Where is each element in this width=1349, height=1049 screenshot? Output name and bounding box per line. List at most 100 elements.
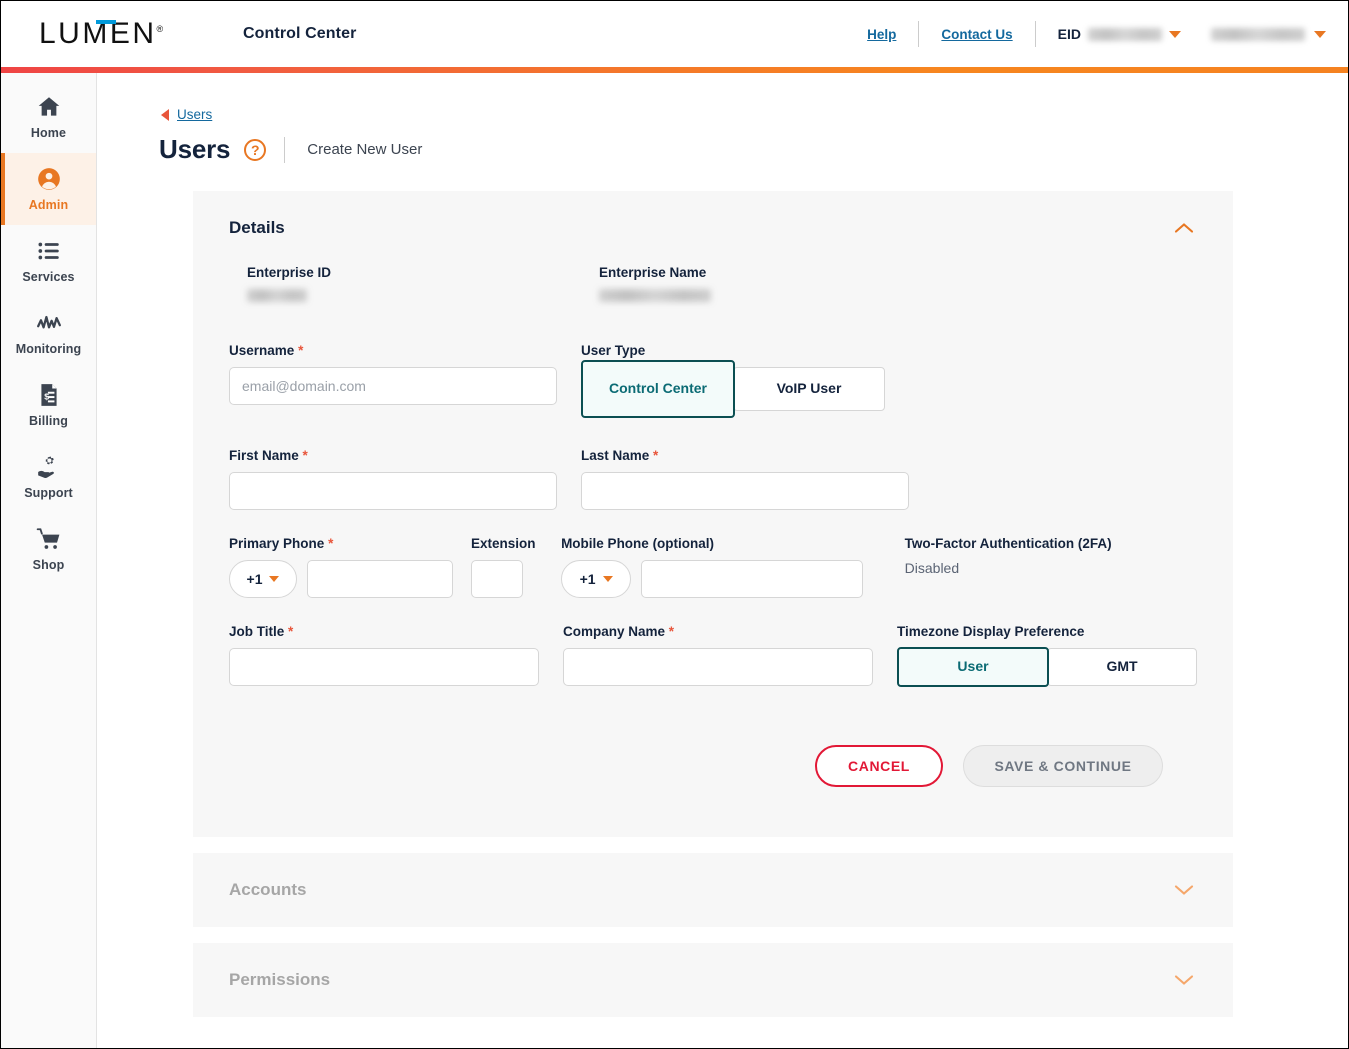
help-link[interactable]: Help: [845, 27, 918, 42]
cart-icon: [36, 528, 59, 549]
mobile-phone-input[interactable]: [641, 560, 864, 598]
sidebar-item-support[interactable]: Support: [1, 441, 96, 513]
details-section-title: Details: [229, 218, 285, 237]
sidebar-item-label: Shop: [32, 558, 65, 572]
chevron-down-icon[interactable]: [1169, 30, 1181, 38]
accounts-card-header[interactable]: Accounts: [193, 853, 1233, 927]
header-right-group: Help Contact Us EID: [845, 21, 1348, 47]
enterprise-name-value-redacted: [599, 289, 711, 302]
top-header: LUMEN® Control Center Help Contact Us EI…: [1, 1, 1348, 67]
required-marker: *: [298, 343, 304, 358]
required-marker: *: [328, 536, 334, 551]
sidebar-item-billing[interactable]: $ Billing: [1, 369, 96, 441]
permissions-card: Permissions: [193, 943, 1233, 1017]
timezone-segmented-control: User GMT: [897, 647, 1197, 687]
accounts-section-title: Accounts: [229, 880, 307, 899]
permissions-section-title: Permissions: [229, 970, 331, 989]
user-circle-icon: [37, 168, 60, 190]
company-name-input[interactable]: [563, 648, 873, 686]
invoice-icon: $: [40, 384, 57, 406]
mobile-phone-field: Mobile Phone (optional) +1: [561, 536, 883, 598]
primary-phone-input[interactable]: [307, 560, 453, 598]
mobile-phone-country-code-select[interactable]: +1: [561, 560, 632, 598]
account-selector[interactable]: [1191, 27, 1326, 41]
first-name-field: First Name *: [229, 448, 557, 510]
first-name-label: First Name *: [229, 448, 557, 463]
page-subtitle: Create New User: [307, 141, 423, 158]
sidebar-item-monitoring[interactable]: Monitoring: [1, 297, 96, 369]
chevron-down-icon[interactable]: [1171, 882, 1197, 898]
username-usertype-row: Username * User Type Control Center VoIP…: [229, 343, 1197, 418]
user-type-label: User Type: [581, 343, 646, 358]
required-marker: *: [288, 624, 294, 639]
job-title-field: Job Title *: [229, 624, 539, 687]
sidebar-item-admin[interactable]: Admin: [1, 153, 96, 225]
sidebar-item-services[interactable]: Services: [1, 225, 96, 297]
last-name-label-text: Last Name: [581, 448, 650, 463]
eid-selector[interactable]: EID: [1036, 26, 1191, 42]
enterprise-info-row: Enterprise ID Enterprise Name: [229, 265, 1197, 307]
page-title-row: Users ? Create New User: [97, 134, 1348, 165]
required-marker: *: [653, 448, 659, 463]
sidebar-item-label: Billing: [29, 414, 68, 428]
last-name-input[interactable]: [581, 472, 909, 510]
activity-icon: [36, 315, 61, 329]
primary-phone-label: Primary Phone *: [229, 536, 453, 551]
logo-registered-mark: ®: [156, 24, 164, 34]
enterprise-name-field: Enterprise Name: [599, 265, 927, 307]
company-name-label-text: Company Name: [563, 624, 666, 639]
extension-input[interactable]: [471, 560, 523, 598]
chevron-down-icon: [602, 576, 613, 582]
sidebar-nav: Home Admin Services Monitoring $ Billing…: [1, 73, 97, 1048]
page-title: Users: [159, 134, 231, 164]
logo-wordmark: LUMEN®: [39, 19, 163, 49]
cancel-button[interactable]: CANCEL: [815, 745, 943, 787]
first-name-label-text: First Name: [229, 448, 299, 463]
extension-label: Extension: [471, 536, 536, 551]
body-wrapper: Home Admin Services Monitoring $ Billing…: [1, 73, 1348, 1048]
primary-phone-field: Primary Phone * +1: [229, 536, 453, 598]
required-marker: *: [302, 448, 308, 463]
app-title: Control Center: [243, 25, 357, 42]
primary-phone-country-code-select[interactable]: +1: [229, 560, 297, 598]
phone-2fa-row: Primary Phone * +1 Extension Mobile Phon…: [229, 536, 1197, 598]
lumen-logo[interactable]: LUMEN®: [21, 19, 211, 49]
company-name-field: Company Name *: [563, 624, 873, 687]
timezone-option-user[interactable]: User: [897, 647, 1049, 687]
chevron-down-icon[interactable]: [1314, 30, 1326, 38]
user-type-field: User Type Control Center VoIP User: [581, 343, 909, 418]
twofa-field: Two-Factor Authentication (2FA) Disabled: [905, 536, 1197, 598]
username-input[interactable]: [229, 367, 557, 405]
list-icon: [37, 242, 59, 260]
eid-value-redacted: [1088, 27, 1162, 41]
contact-us-link[interactable]: Contact Us: [919, 27, 1034, 42]
timezone-field: Timezone Display Preference User GMT: [897, 624, 1197, 687]
breadcrumb-users-link[interactable]: Users: [177, 107, 212, 122]
details-card-header[interactable]: Details: [193, 191, 1233, 265]
first-name-input[interactable]: [229, 472, 557, 510]
job-title-input[interactable]: [229, 648, 539, 686]
enterprise-id-value-redacted: [247, 289, 307, 302]
twofa-label: Two-Factor Authentication (2FA): [904, 536, 1112, 551]
save-and-continue-button[interactable]: SAVE & CONTINUE: [963, 745, 1163, 787]
home-icon: [38, 97, 59, 116]
user-type-option-control-center[interactable]: Control Center: [581, 360, 735, 418]
sidebar-item-label: Support: [24, 486, 73, 500]
logo-accent-bar: [96, 20, 116, 24]
permissions-card-header[interactable]: Permissions: [193, 943, 1233, 1017]
chevron-down-icon[interactable]: [1171, 972, 1197, 988]
sidebar-item-shop[interactable]: Shop: [1, 513, 96, 585]
breadcrumb[interactable]: Users: [97, 107, 1348, 122]
user-type-option-voip-user[interactable]: VoIP User: [733, 367, 885, 411]
mobile-phone-row: +1: [561, 560, 883, 598]
primary-phone-country-code: +1: [246, 571, 263, 587]
sidebar-item-home[interactable]: Home: [1, 81, 96, 153]
help-icon[interactable]: ?: [244, 138, 267, 161]
company-name-label: Company Name *: [563, 624, 873, 639]
timezone-option-gmt[interactable]: GMT: [1047, 648, 1197, 686]
chevron-up-icon[interactable]: [1171, 220, 1197, 236]
support-gear-hand-icon: [37, 456, 54, 479]
application-window: LUMEN® Control Center Help Contact Us EI…: [0, 0, 1349, 1049]
job-title-label: Job Title *: [229, 624, 539, 639]
details-card: Details Enterprise ID Enterprise Name Us…: [193, 191, 1233, 837]
